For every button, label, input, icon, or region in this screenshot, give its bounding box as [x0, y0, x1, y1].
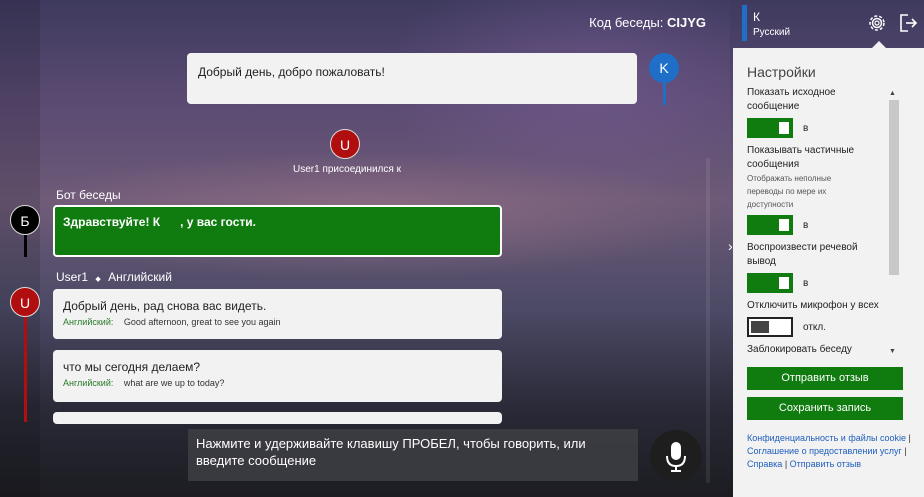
- translation-lang: Английский:: [63, 378, 114, 388]
- user1-message: Добрый день, рад снова вас видеть. Англи…: [53, 289, 502, 339]
- show-original-toggle[interactable]: [747, 118, 793, 138]
- setting-label: Заблокировать беседу: [747, 344, 852, 355]
- bot-bubble: Здравствуйте! К , у вас гости.: [53, 205, 502, 257]
- host-greeting-bubble: Добрый день, добро пожаловать!: [187, 53, 637, 104]
- scroll-down-icon[interactable]: ▼: [889, 348, 896, 355]
- link-separator: |: [906, 433, 911, 443]
- settings-panel: Настройки Показать исходное сообщение в …: [733, 48, 924, 497]
- current-user-language: Русский: [753, 27, 791, 38]
- help-link[interactable]: Справка: [747, 459, 782, 469]
- join-avatar: U: [330, 129, 360, 159]
- microphone-button[interactable]: [650, 430, 702, 482]
- setting-lock-conversation: Заблокировать беседу: [747, 343, 907, 357]
- join-notice: User1 присоединился к: [293, 164, 401, 175]
- message-input[interactable]: Нажмите и удерживайте клавишу ПРОБЕЛ, чт…: [188, 429, 638, 481]
- setting-mute-all: Отключить микрофон у всех откл.: [747, 299, 907, 337]
- host-avatar: K: [649, 53, 679, 83]
- scroll-thumb[interactable]: [889, 100, 899, 275]
- user1-message-text: что мы сегодня делаем?: [63, 360, 201, 374]
- setting-label: Показать исходное сообщение: [747, 87, 836, 112]
- setting-show-original: Показать исходное сообщение в: [747, 86, 907, 138]
- link-separator: |: [782, 459, 790, 469]
- user1-header: User1 ◆ Английский: [56, 270, 172, 284]
- toggle-state: в: [803, 122, 809, 134]
- leave-button[interactable]: [898, 12, 918, 34]
- mute-all-toggle[interactable]: [747, 317, 793, 337]
- chat-scrollbar[interactable]: [706, 158, 710, 483]
- show-partial-toggle[interactable]: [747, 215, 793, 235]
- footer-links: Конфиденциальность и файлы cookie | Согл…: [747, 432, 917, 471]
- setting-show-partial: Показывать частичные сообщения Отображат…: [747, 144, 907, 235]
- conversation-code-value: CIJYG: [666, 15, 706, 30]
- translation-text: Good afternoon, great to see you again: [123, 317, 281, 327]
- feedback-link[interactable]: Отправить отзыв: [790, 459, 861, 469]
- gear-icon: [869, 15, 885, 31]
- settings-gear-button[interactable]: [866, 12, 888, 34]
- user1-message: что мы сегодня делаем? Английский: what …: [53, 350, 502, 402]
- save-record-button[interactable]: Сохранить запись: [747, 397, 903, 420]
- translation-lang: Английский:: [63, 317, 114, 327]
- exit-icon: [900, 14, 918, 32]
- bot-line: [24, 235, 27, 257]
- scroll-up-icon[interactable]: ▲: [889, 90, 896, 97]
- user1-line: [24, 317, 27, 422]
- collapse-panel-icon[interactable]: ›: [728, 238, 733, 254]
- settings-list: Показать исходное сообщение в Показывать…: [747, 86, 907, 358]
- setting-label: Воспроизвести речевой вывод: [747, 242, 858, 267]
- privacy-link[interactable]: Конфиденциальность и файлы cookie: [747, 433, 906, 443]
- setting-label: Показывать частичные сообщения: [747, 145, 855, 170]
- toggle-state: в: [803, 277, 809, 289]
- setting-label: Отключить микрофон у всех: [747, 300, 879, 311]
- user1-translation: Английский: Good afternoon, great to see…: [63, 317, 492, 327]
- settings-title: Настройки: [747, 64, 816, 80]
- setting-speech-output: Воспроизвести речевой вывод в: [747, 241, 907, 293]
- current-user-card: К Русский: [739, 5, 849, 41]
- message-input-placeholder: Нажмите и удерживайте клавишу ПРОБЕЛ, чт…: [196, 436, 586, 468]
- user-color-bar: [742, 5, 747, 41]
- send-feedback-button[interactable]: Отправить отзыв: [747, 367, 903, 390]
- bot-speaker-label: Бот беседы: [56, 188, 121, 202]
- terms-link[interactable]: Соглашение о предоставлении услуг: [747, 446, 902, 456]
- user1-language: Английский: [108, 270, 172, 284]
- toggle-state: откл.: [803, 321, 827, 333]
- host-line: [663, 83, 666, 105]
- link-separator: |: [901, 446, 907, 456]
- toggle-state: в: [803, 219, 809, 231]
- translation-text: what are we up to today?: [123, 378, 225, 388]
- conversation-code: Код беседы: CIJYG: [589, 15, 706, 30]
- user1-avatar: U: [10, 287, 40, 317]
- microphone-icon: [666, 442, 686, 472]
- separator-icon: ◆: [95, 276, 101, 283]
- user1-translation: Английский: what are we up to today?: [63, 378, 492, 388]
- bot-text: Здравствуйте! К , у вас гости.: [63, 215, 256, 229]
- setting-desc: Отображать неполные переводы по мере их …: [747, 174, 832, 209]
- user1-message-partial: [53, 412, 502, 424]
- bot-avatar: Б: [10, 205, 40, 235]
- user1-name: User1: [56, 270, 89, 284]
- host-greeting-text: Добрый день, добро пожаловать!: [198, 65, 385, 79]
- settings-scrollbar[interactable]: ▲ ▼: [887, 90, 899, 358]
- current-user-initial: К: [753, 10, 760, 24]
- user1-message-text: Добрый день, рад снова вас видеть.: [63, 299, 267, 313]
- speech-output-toggle[interactable]: [747, 273, 793, 293]
- conversation-code-label: Код беседы:: [589, 15, 664, 30]
